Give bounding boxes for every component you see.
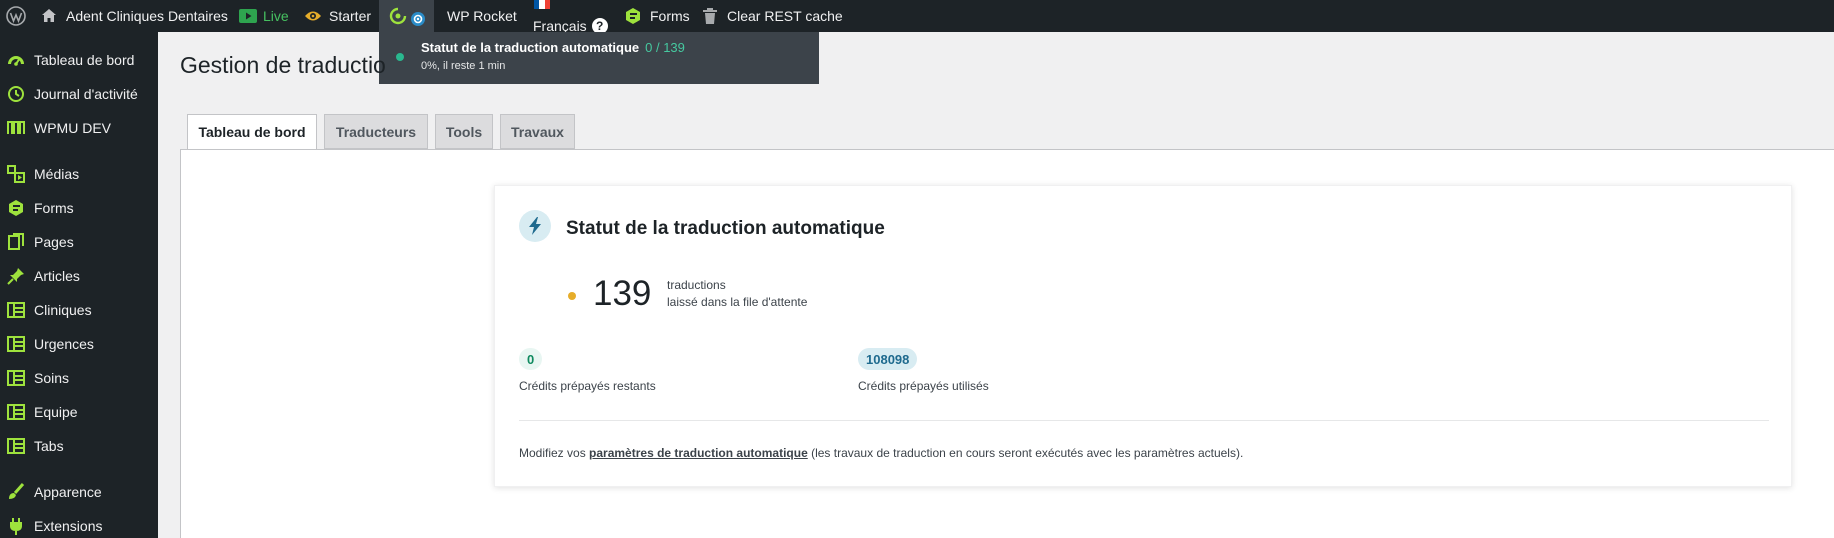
- card-title: Statut de la traduction automatique: [566, 218, 885, 239]
- starter-link[interactable]: Starter: [304, 0, 371, 32]
- queue-status-dot: [568, 292, 576, 300]
- home-icon: [42, 9, 56, 22]
- history-icon: [8, 86, 24, 102]
- card-divider: [519, 420, 1769, 421]
- layout-icon: [7, 404, 25, 420]
- plugin-icon: [10, 518, 22, 535]
- wp-rocket-label: WP Rocket: [447, 8, 517, 24]
- wp-rocket-link[interactable]: WP Rocket: [447, 0, 517, 32]
- brush-icon: [9, 483, 25, 499]
- dashboard-icon: [8, 56, 24, 66]
- language-switcher[interactable]: Français ?: [533, 0, 608, 34]
- footer-suffix: (les travaux de traduction en cours sero…: [807, 446, 1244, 460]
- tab-dashboard[interactable]: Tableau de bord: [187, 114, 317, 150]
- lightning-icon: [519, 210, 551, 242]
- credits-left-badge: 0: [519, 348, 543, 370]
- forms-label: Forms: [650, 8, 690, 24]
- footer-prefix: Modifiez vos: [519, 446, 590, 460]
- tab-jobs[interactable]: Travaux: [500, 114, 575, 149]
- pin-icon: [7, 268, 24, 285]
- pages-icon: [8, 233, 24, 250]
- translation-status-dropdown[interactable]: Statut de la traduction automatique 0 / 1…: [379, 32, 819, 84]
- layout-icon: [7, 438, 25, 454]
- french-flag-icon: [534, 0, 550, 9]
- queue-count: 139: [593, 274, 652, 313]
- sidebar-item-tabs[interactable]: Tabs: [0, 429, 158, 463]
- dropdown-progress: 0%, il reste 1 min: [421, 60, 506, 72]
- credits-used-badge: 108098: [858, 348, 918, 370]
- sidebar-item-urgences[interactable]: Urgences: [0, 327, 158, 361]
- dropdown-title-line: Statut de la traduction automatique 0 / 1…: [421, 40, 819, 55]
- clear-cache-label: Clear REST cache: [727, 8, 843, 24]
- layout-icon: [7, 302, 25, 318]
- sidebar-item-media[interactable]: Médias: [0, 157, 158, 191]
- trash-icon: [703, 8, 717, 24]
- live-label: Live: [263, 8, 289, 24]
- sidebar-item-extensions[interactable]: Extensions: [0, 509, 158, 538]
- wordpress-logo-icon[interactable]: [6, 0, 26, 32]
- gear-icon: [410, 12, 425, 26]
- sidebar-item-equipe[interactable]: Equipe: [0, 395, 158, 429]
- sidebar-item-wpmu-dev[interactable]: WPMU DEV: [0, 111, 158, 145]
- starter-label: Starter: [329, 8, 372, 24]
- live-link[interactable]: Live: [239, 0, 289, 32]
- dropdown-title: Statut de la traduction automatique: [421, 40, 640, 55]
- credits-left-label: Crédits prépayés restants: [519, 379, 656, 393]
- status-dot: [396, 53, 404, 61]
- sidebar-item-activity-log[interactable]: Journal d'activité: [0, 77, 158, 111]
- credits-used-label: Crédits prépayés utilisés: [858, 379, 989, 393]
- layout-icon: [7, 336, 25, 352]
- sidebar-item-pages[interactable]: Pages: [0, 225, 158, 259]
- sidebar-item-dashboard[interactable]: Tableau de bord: [0, 43, 158, 77]
- tab-translators[interactable]: Traducteurs: [324, 114, 428, 149]
- clear-rest-cache-link[interactable]: Clear REST cache: [702, 0, 843, 32]
- sidebar-item-appearance[interactable]: Apparence: [0, 475, 158, 509]
- card-footer: Modifiez vos paramètres de traduction au…: [519, 446, 1243, 460]
- dropdown-count: 0 / 139: [645, 40, 685, 55]
- wpml-icon: [389, 7, 406, 25]
- admin-sidebar: Tableau de bord Journal d'activité WPMU …: [0, 32, 158, 538]
- eye-icon: [305, 11, 321, 21]
- live-icon: [239, 9, 257, 23]
- auto-translation-settings-link[interactable]: paramètres de traduction automatique: [589, 446, 808, 460]
- sidebar-item-soins[interactable]: Soins: [0, 361, 158, 395]
- sidebar-item-cliniques[interactable]: Cliniques: [0, 293, 158, 327]
- wpml-status-button[interactable]: [379, 0, 434, 32]
- media-icon: [7, 165, 25, 183]
- queue-description: laissé dans la file d'attente: [667, 295, 808, 309]
- page-title: Gestion de traductio: [180, 52, 386, 78]
- sidebar-item-forms[interactable]: Forms: [0, 191, 158, 225]
- translation-status-card: Statut de la traduction automatique 139 …: [494, 185, 1792, 487]
- forms-icon: [9, 200, 23, 216]
- admin-bar: Adent Cliniques Dentaires Live Starter W…: [0, 0, 1834, 34]
- tab-tools[interactable]: Tools: [435, 114, 493, 149]
- wpmudev-icon: [7, 121, 25, 134]
- site-name-link[interactable]: Adent Cliniques Dentaires: [40, 0, 228, 32]
- queue-unit: traductions: [667, 278, 726, 292]
- forms-icon: [626, 8, 640, 24]
- forms-link[interactable]: Forms: [624, 0, 690, 32]
- site-name: Adent Cliniques Dentaires: [66, 8, 228, 24]
- layout-icon: [7, 370, 25, 386]
- sidebar-item-articles[interactable]: Articles: [0, 259, 158, 293]
